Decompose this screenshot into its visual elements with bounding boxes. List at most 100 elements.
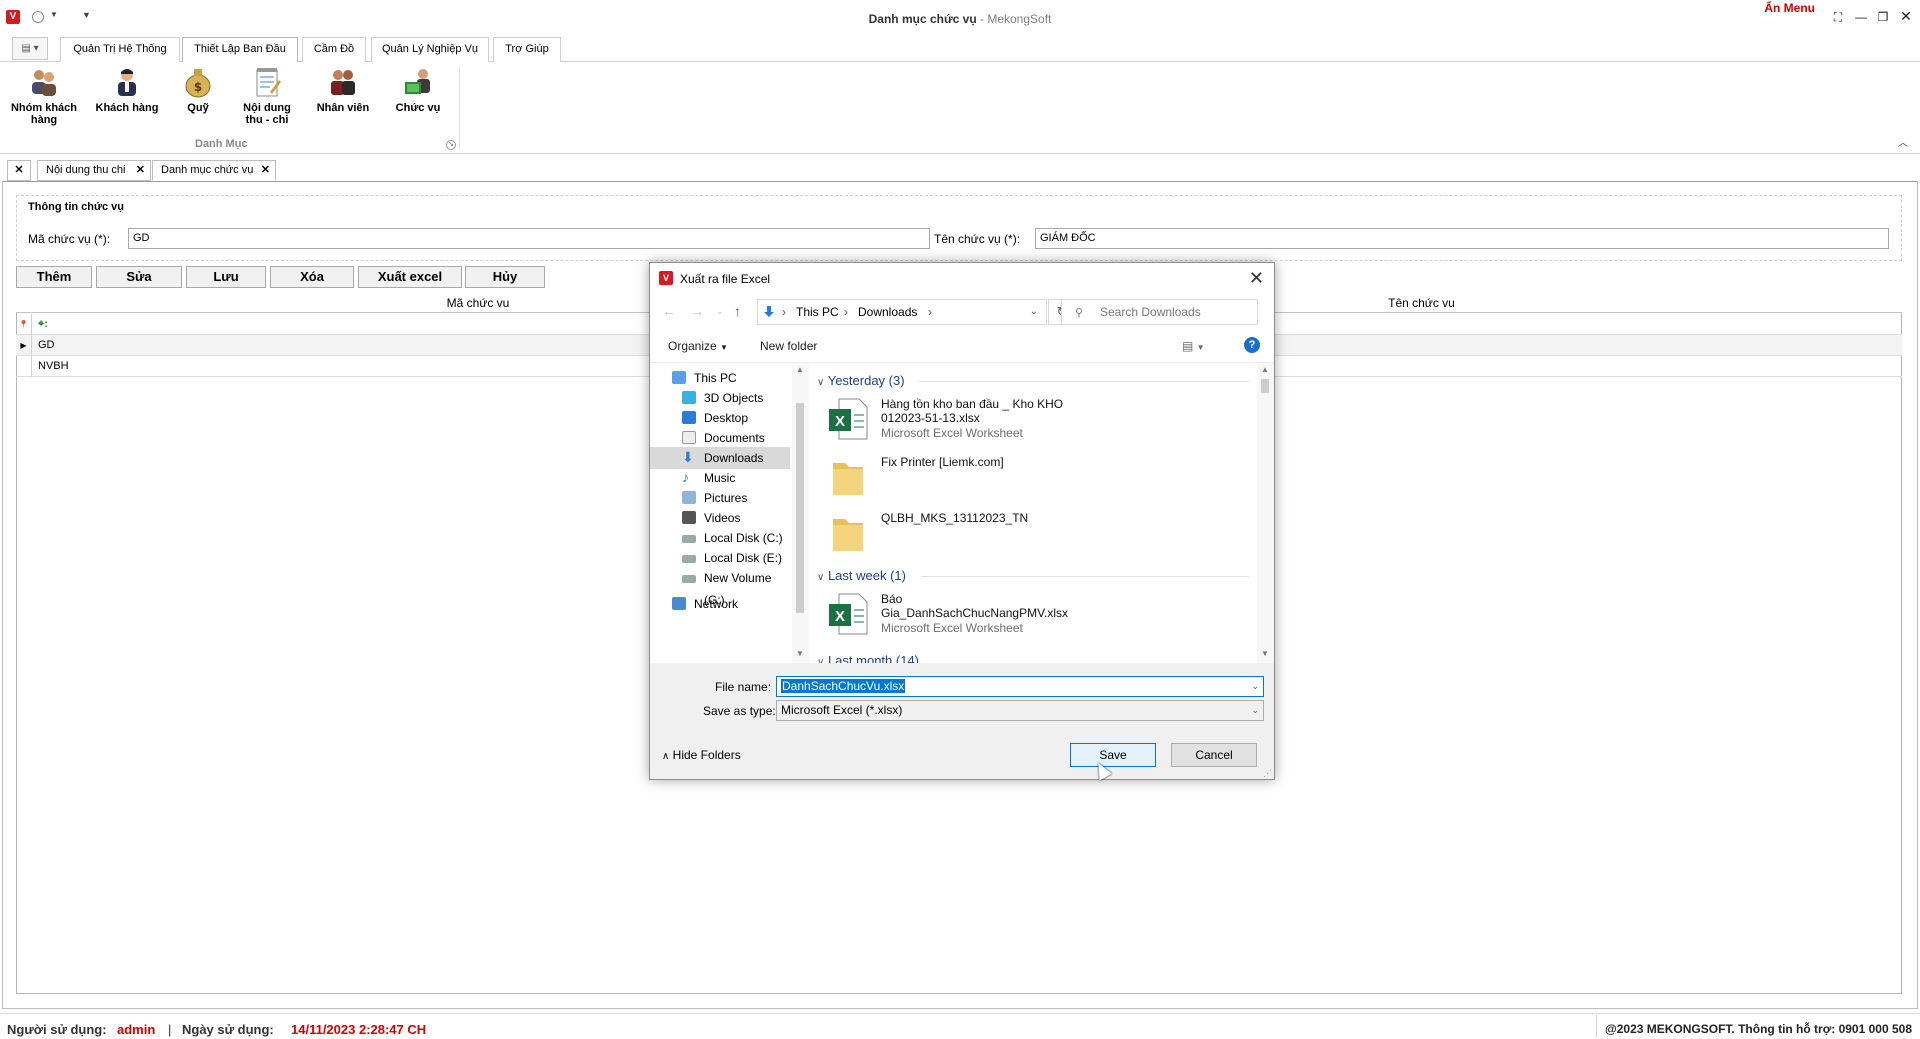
up-arrow-icon[interactable]: ↑ <box>734 303 741 319</box>
svg-text:X: X <box>835 413 845 430</box>
tree-item-network[interactable]: Network <box>650 593 790 615</box>
recent-locations-icon[interactable]: ⌄ <box>716 306 724 317</box>
tab-quan-ly-nghiep-vu[interactable]: Quản Lý Nghiệp Vụ <box>371 37 489 62</box>
cancel-button[interactable]: Hủy <box>465 266 545 288</box>
close-tab-icon[interactable]: ✕ <box>136 161 145 180</box>
tab-quan-tri-he-thong[interactable]: Quản Trị Hệ Thống <box>60 37 180 62</box>
hide-menu-link[interactable]: Ẩn Menu <box>1764 1 1815 15</box>
export-excel-button[interactable]: Xuất excel <box>358 266 462 288</box>
close-all-tabs-icon[interactable]: ✕ <box>7 160 31 181</box>
scroll-down-icon[interactable]: ▼ <box>1261 649 1269 658</box>
minimize-icon[interactable]: — <box>1853 10 1869 24</box>
address-bar[interactable]: › This PC › Downloads › ⌄ <box>757 299 1047 325</box>
tab-thiet-lap-ban-dau[interactable]: Thiết Lập Ban Đầu <box>182 37 298 63</box>
income-expense-content-button[interactable]: Nội dung thu - chi <box>232 66 302 126</box>
name-label: Tên chức vụ (*): <box>934 232 1021 246</box>
group-header-last-month[interactable]: ∨ Last month (14) <box>817 653 919 663</box>
tree-item-videos[interactable]: Videos <box>650 507 790 529</box>
cancel-button[interactable]: Cancel <box>1171 743 1257 767</box>
restore-icon[interactable]: ❐ <box>1875 10 1891 24</box>
tree-item-documents[interactable]: Documents <box>650 427 790 449</box>
scroll-thumb[interactable] <box>796 403 804 613</box>
customer-button[interactable]: Khách hàng <box>92 66 162 114</box>
file-name-input[interactable]: DanhSachChucVu.xlsx ⌄ <box>776 676 1264 697</box>
tree-item-3d-objects[interactable]: 3D Objects <box>650 387 790 409</box>
delete-button[interactable]: Xóa <box>270 266 354 288</box>
save-type-select[interactable]: Microsoft Excel (*.xlsx) ⌄ <box>776 700 1264 721</box>
desktop-icon <box>682 411 696 424</box>
edit-button[interactable]: Sửa <box>96 266 182 288</box>
ribbon-group-divider <box>459 66 460 150</box>
navigation-scrollbar[interactable]: ▲ ▼ <box>792 363 809 663</box>
search-input[interactable]: Search Downloads <box>1061 299 1258 325</box>
notepad-icon <box>252 66 282 98</box>
fund-button[interactable]: $ Quỹ <box>176 66 220 114</box>
breadcrumb-this-pc[interactable]: This PC <box>796 300 839 324</box>
doc-tab-noi-dung-thu-chi[interactable]: Nội dung thu chi ✕ <box>37 160 151 181</box>
collapse-ribbon-icon[interactable]: ︿ <box>1898 134 1908 149</box>
tree-item-this-pc[interactable]: This PC <box>650 367 790 389</box>
add-button[interactable]: Thêm <box>16 266 92 288</box>
tree-item-local-disk-c[interactable]: Local Disk (C:) <box>650 527 790 549</box>
file-list-scrollbar[interactable]: ▲ ▼ <box>1257 363 1274 663</box>
tree-item-downloads[interactable]: ⬇ Downloads <box>650 447 790 469</box>
forward-arrow-icon[interactable]: → <box>690 303 704 319</box>
chevron-down-icon[interactable]: ⌄ <box>1251 701 1259 720</box>
chevron-down-icon[interactable]: ⌄ <box>1030 300 1038 324</box>
resize-grip-icon[interactable]: ⋰ <box>1263 768 1272 779</box>
view-options-icon[interactable]: ▤ ▼ <box>1182 339 1205 353</box>
tab-tro-giup[interactable]: Trợ Giúp <box>493 37 561 62</box>
tab-cam-do[interactable]: Cầm Đồ <box>302 37 366 62</box>
file-item[interactable]: X Báo Gia_DanhSachChucNangPMV.xlsx Micros… <box>827 592 1247 640</box>
tree-item-local-disk-e[interactable]: Local Disk (E:) <box>650 547 790 569</box>
customer-group-button[interactable]: Nhóm khách hàng <box>6 66 82 126</box>
scroll-thumb[interactable] <box>1261 379 1269 393</box>
user-label: Người sử dụng: <box>7 1022 107 1037</box>
save-button[interactable]: Save <box>1070 743 1156 767</box>
save-file-dialog: V Xuất ra file Excel ✕ ← → ⌄ ↑ › This PC… <box>649 262 1275 780</box>
close-tab-icon[interactable]: ✕ <box>261 161 270 180</box>
tree-item-desktop[interactable]: Desktop <box>650 407 790 429</box>
svg-text:$: $ <box>194 80 202 94</box>
save-type-value: Microsoft Excel (*.xlsx) <box>781 703 903 717</box>
doc-tab-danh-muc-chuc-vu[interactable]: Danh mục chức vụ ✕ <box>152 160 276 181</box>
code-field[interactable]: GD <box>128 228 930 249</box>
back-arrow-icon[interactable]: ← <box>662 303 676 319</box>
save-button[interactable]: Lưu <box>186 266 266 288</box>
name-field[interactable]: GIÁM ĐỐC <box>1035 228 1889 249</box>
tree-item-pictures[interactable]: Pictures <box>650 487 790 509</box>
new-folder-button[interactable]: New folder <box>760 339 817 353</box>
close-icon[interactable]: ✕ <box>1249 268 1264 289</box>
group-header-yesterday[interactable]: ∨ Yesterday (3) <box>817 373 905 388</box>
employees-icon <box>328 66 358 98</box>
folder-item[interactable]: QLBH_MKS_13112023_TN <box>827 511 1247 559</box>
chevron-down-icon[interactable]: ⌄ <box>1251 677 1259 696</box>
folder-icon <box>833 519 863 551</box>
tree-item-music[interactable]: ♪ Music <box>650 467 790 489</box>
scroll-up-icon[interactable]: ▲ <box>796 365 804 374</box>
fullscreen-icon[interactable]: ⛶ <box>1830 10 1846 24</box>
scroll-down-icon[interactable]: ▼ <box>796 649 804 658</box>
file-item[interactable]: X Hàng tồn kho ban đầu _ Kho KHO 012023-5… <box>827 397 1247 445</box>
help-icon[interactable]: ? <box>1244 337 1260 353</box>
tree-item-label: Pictures <box>704 491 748 505</box>
save-type-label: Save as type: <box>703 704 776 718</box>
row-code-cell[interactable]: GD <box>38 335 55 356</box>
close-icon[interactable]: ✕ <box>1898 8 1914 24</box>
file-name-value: DanhSachChucVu.xlsx <box>781 679 906 693</box>
hide-folders-button[interactable]: ∧ Hide Folders <box>662 748 741 762</box>
folder-item[interactable]: Fix Printer [Liemk.com] <box>827 455 1247 503</box>
employee-button[interactable]: Nhân viên <box>308 66 378 114</box>
title-bar: V ▼ ▼ Danh mục chức vụ - MekongSoft Ẩn M… <box>0 0 1920 34</box>
position-button[interactable]: Chức vụ <box>390 66 446 114</box>
filter-icon[interactable]: ⌖: <box>38 314 48 335</box>
tree-item-new-volume-g[interactable]: New Volume (G:) <box>650 567 790 607</box>
row-code-cell[interactable]: NVBH <box>38 356 69 377</box>
application-menu-button[interactable]: ▤ ▾ <box>12 37 48 60</box>
scroll-up-icon[interactable]: ▲ <box>1261 365 1269 374</box>
tree-item-label: Downloads <box>704 451 764 465</box>
organize-button[interactable]: Organize ▼ <box>668 339 728 353</box>
breadcrumb-downloads[interactable]: Downloads <box>858 300 917 324</box>
group-header-last-week[interactable]: ∨ Last week (1) <box>817 568 906 583</box>
group-launcher-icon[interactable]: ↘ <box>446 140 456 150</box>
